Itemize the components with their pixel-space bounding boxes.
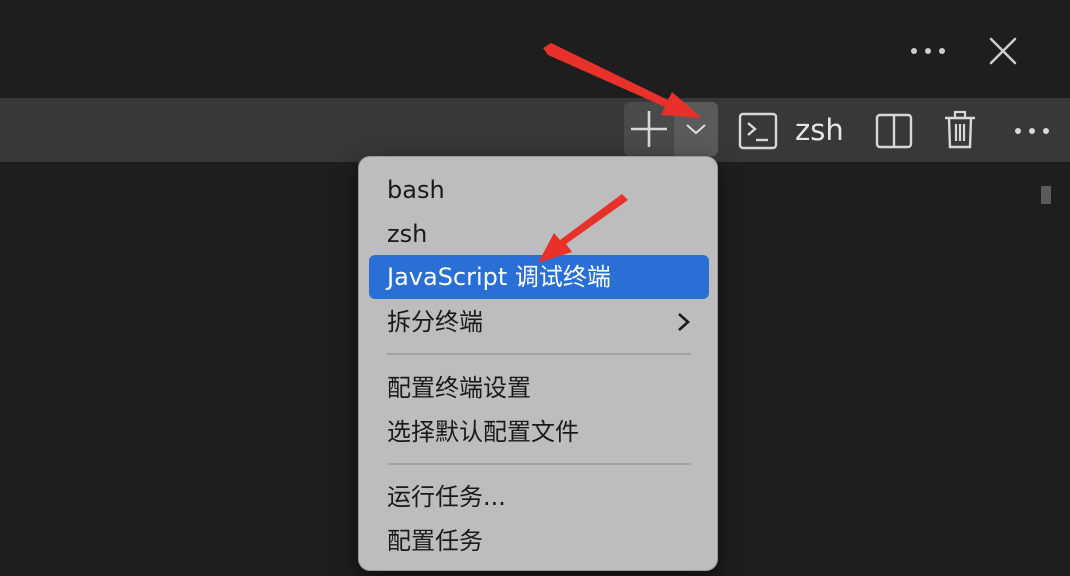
menu-item-bash[interactable]: bash: [369, 168, 709, 212]
chevron-down-icon: [686, 124, 706, 135]
menu-item-zsh[interactable]: zsh: [369, 212, 709, 256]
launch-profile-menu: bash zsh JavaScript 调试终端 拆分终端 配置终端设置 选择默…: [358, 156, 718, 571]
menu-item-javascript-debug-terminal[interactable]: JavaScript 调试终端: [369, 255, 709, 299]
menu-item-split-terminal[interactable]: 拆分终端: [369, 300, 709, 344]
panel-titlebar: [0, 0, 1070, 98]
close-icon: [989, 37, 1017, 65]
menu-item-configure-tasks[interactable]: 配置任务: [369, 519, 709, 563]
split-terminal-button[interactable]: [872, 110, 916, 152]
menu-item-label: 拆分终端: [387, 308, 483, 336]
terminal-icon: [738, 112, 778, 150]
menu-item-select-default-profile[interactable]: 选择默认配置文件: [369, 410, 709, 454]
launch-profile-dropdown-button[interactable]: [674, 102, 718, 156]
new-terminal-button[interactable]: [624, 102, 674, 156]
plus-icon: [631, 111, 667, 147]
ellipsis-icon: [1015, 128, 1049, 134]
more-actions-button[interactable]: [904, 32, 952, 70]
vscode-terminal-panel: zsh bash zsh JavaScript 调试终端 拆分终端 配置终端设置…: [0, 0, 1070, 576]
menu-item-run-task[interactable]: 运行任务...: [369, 475, 709, 519]
kill-terminal-button[interactable]: [940, 108, 980, 152]
menu-separator: [387, 463, 691, 465]
ellipsis-icon: [911, 48, 945, 54]
close-panel-button[interactable]: [982, 30, 1024, 72]
chevron-right-icon: [678, 313, 690, 331]
menu-item-configure-terminal-settings[interactable]: 配置终端设置: [369, 366, 709, 410]
trash-icon: [945, 110, 975, 149]
terminal-cursor: [1041, 186, 1051, 204]
terminal-tab-icon[interactable]: [736, 110, 780, 152]
menu-separator: [387, 353, 691, 355]
terminal-more-actions-button[interactable]: [1008, 112, 1056, 150]
terminal-name-label[interactable]: zsh: [795, 112, 844, 148]
split-icon: [875, 113, 913, 149]
